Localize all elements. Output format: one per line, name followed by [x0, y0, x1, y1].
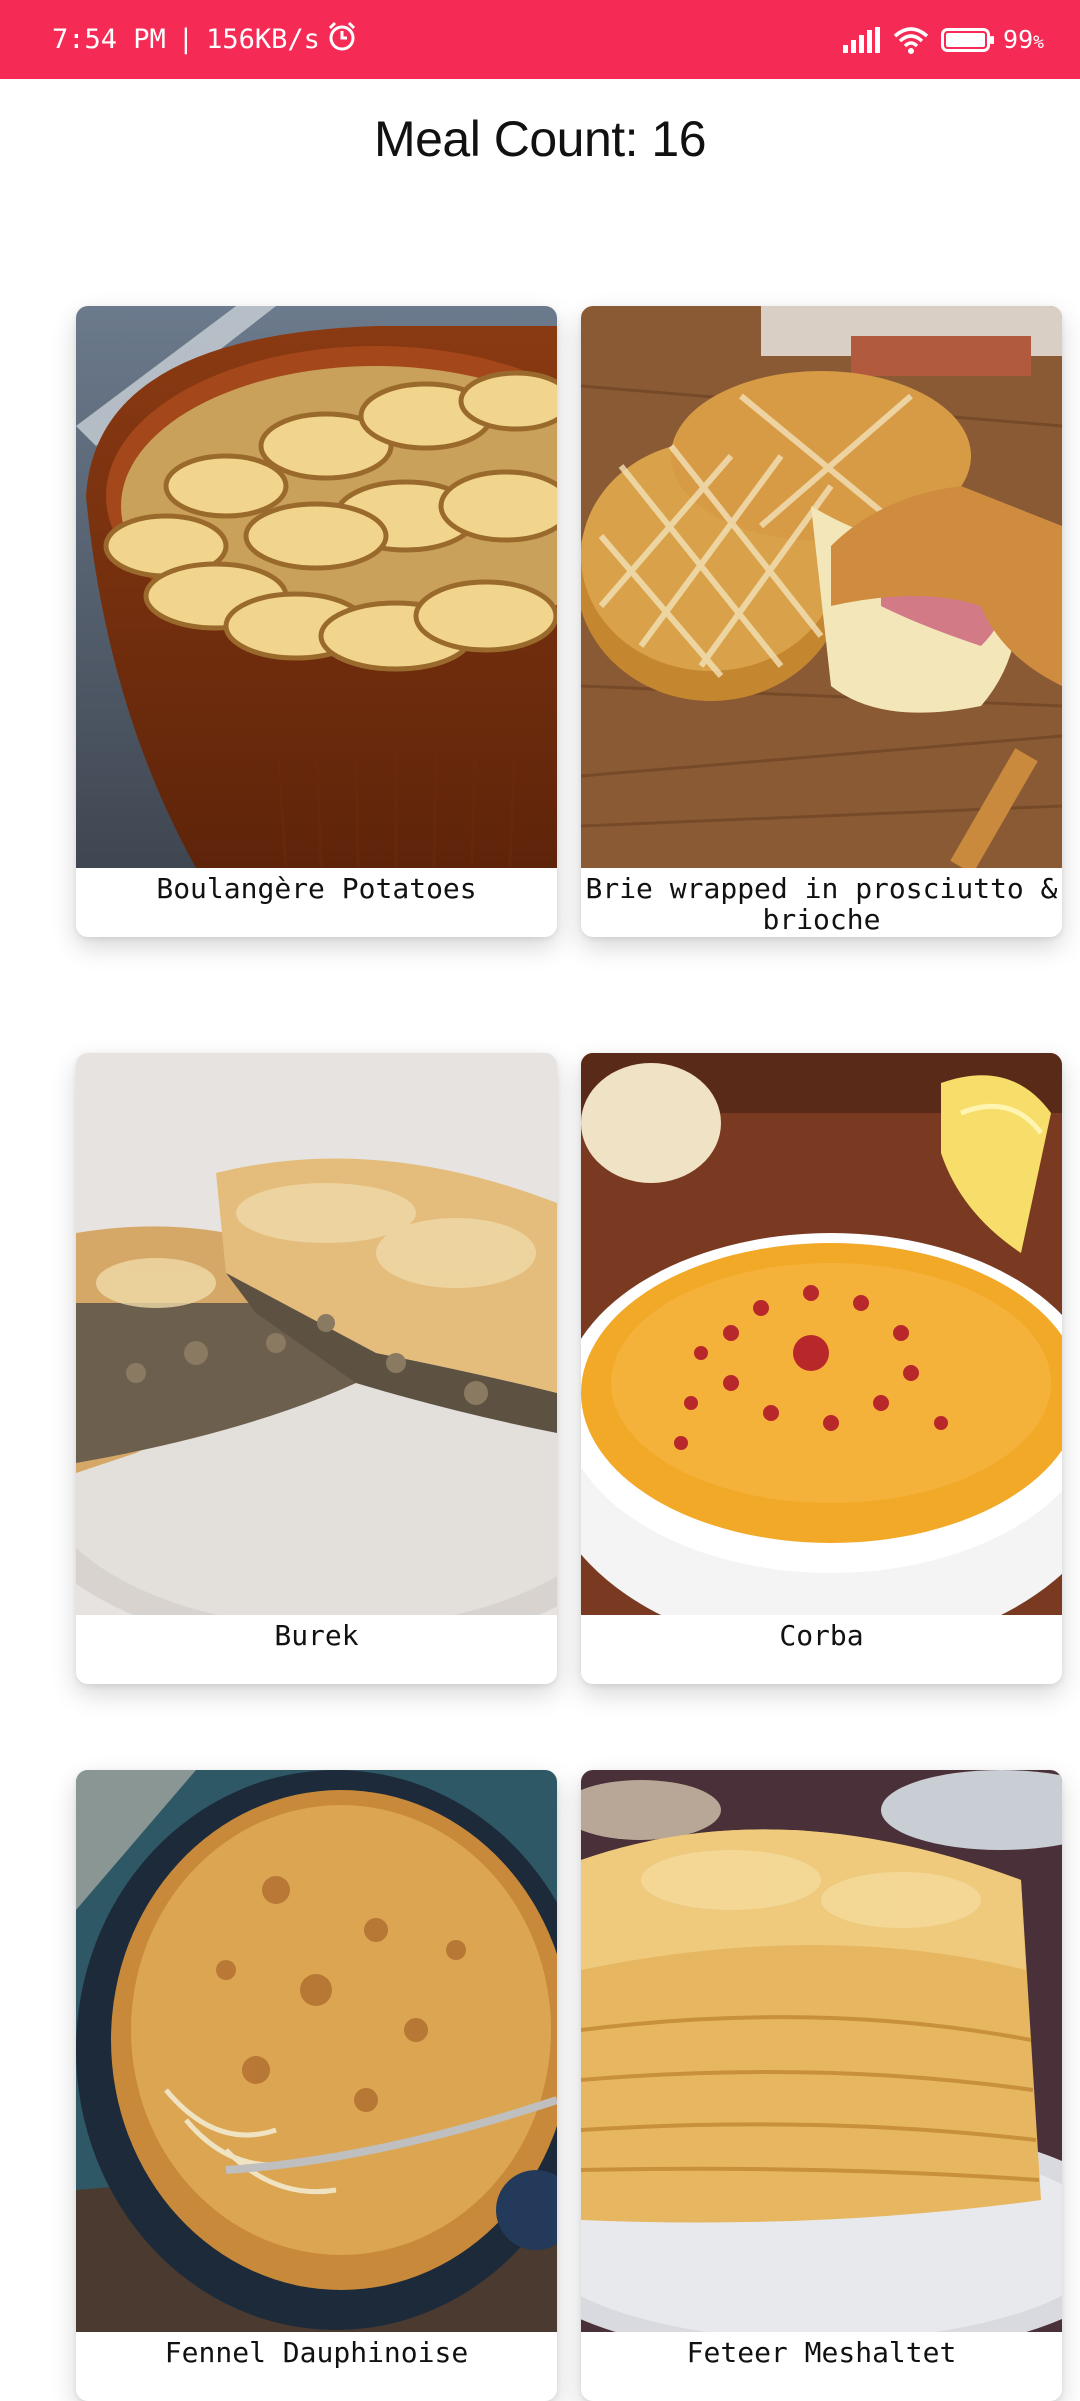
meal-name: Fennel Dauphinoise — [164, 2336, 469, 2369]
meal-card-brie-wrapped[interactable]: Brie wrapped in prosciutto & brioche — [581, 306, 1062, 937]
meal-image[interactable] — [581, 306, 1062, 868]
meal-image[interactable] — [76, 306, 557, 868]
meal-grid: Boulangère Potatoes Brie wrapped in pros… — [0, 0, 1080, 2401]
meal-card-corba[interactable]: Corba — [581, 1053, 1062, 1684]
meal-name: Burek — [274, 1619, 359, 1652]
meal-card-burek[interactable]: Burek — [76, 1053, 557, 1684]
meal-name: Brie wrapped in prosciutto & brioche — [585, 872, 1058, 936]
meal-card-fennel-dauphinoise[interactable]: Fennel Dauphinoise — [76, 1770, 557, 2401]
meal-card-feteer-meshaltet[interactable]: Feteer Meshaltet — [581, 1770, 1062, 2401]
meal-image[interactable] — [581, 1770, 1062, 2332]
meal-image[interactable] — [76, 1770, 557, 2332]
meal-image[interactable] — [581, 1053, 1062, 1615]
meal-name: Feteer Meshaltet — [686, 2336, 957, 2369]
meal-name: Boulangère Potatoes — [156, 872, 477, 905]
meal-image[interactable] — [76, 1053, 557, 1615]
meal-name: Corba — [779, 1619, 864, 1652]
meal-card-boulangere-potatoes[interactable]: Boulangère Potatoes — [76, 306, 557, 937]
